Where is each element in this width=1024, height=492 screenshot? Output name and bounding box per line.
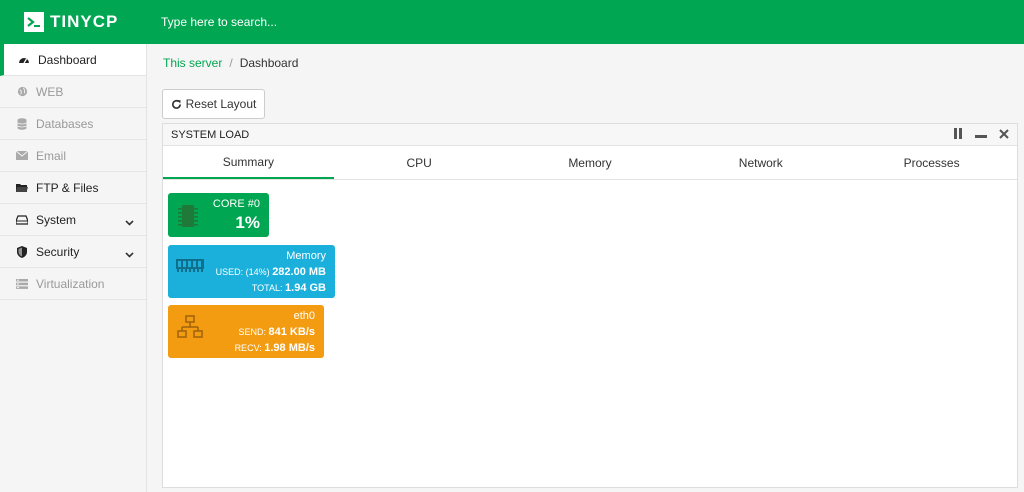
sidebar-item-label: FTP & Files <box>36 180 99 195</box>
sidebar-item-label: WEB <box>36 84 64 99</box>
sidebar: Dashboard WEB Databases Email FTP & File… <box>0 44 147 492</box>
panel-title: SYSTEM LOAD <box>171 128 250 141</box>
network-send-value: 841 KB/s <box>268 326 315 338</box>
tab-processes[interactable]: Processes <box>846 146 1017 179</box>
memory-used-line: USED: (14%) 282.00 MB <box>216 266 326 278</box>
logo-text: TINYCP <box>50 12 119 31</box>
network-send-line: SEND: 841 KB/s <box>238 326 315 338</box>
sidebar-item-label: Dashboard <box>38 52 97 67</box>
network-recv-label: RECV: <box>234 343 262 353</box>
panel-tools <box>953 128 1009 142</box>
cpu-core-card[interactable]: CORE #0 1% <box>168 193 269 237</box>
memory-card[interactable]: Memory USED: (14%) 282.00 MB TOTAL: 1.94… <box>168 245 335 298</box>
memory-total-value: 1.94 GB <box>285 282 326 294</box>
network-icon <box>177 315 203 342</box>
tab-summary[interactable]: Summary <box>163 146 334 179</box>
search-input[interactable] <box>161 15 1024 29</box>
reset-layout-label: Reset Layout <box>185 97 257 111</box>
refresh-icon <box>171 99 181 109</box>
sidebar-item-ftp-files[interactable]: FTP & Files <box>0 172 146 204</box>
memory-used-label: USED: (14%) <box>215 267 270 277</box>
memory-total-label: TOTAL: <box>251 283 283 293</box>
sidebar-item-label: Email <box>36 148 67 163</box>
sidebar-item-label: Databases <box>36 116 94 131</box>
network-send-label: SEND: <box>238 327 266 337</box>
tab-cpu[interactable]: CPU <box>334 146 505 179</box>
memory-total-line: TOTAL: 1.94 GB <box>252 282 326 294</box>
database-icon <box>16 117 28 130</box>
dashboard-icon <box>18 54 30 66</box>
search-bar <box>147 0 1024 44</box>
panel-header: SYSTEM LOAD <box>163 124 1017 146</box>
cpu-core-title: CORE #0 <box>212 198 260 210</box>
sidebar-item-label: Security <box>36 244 80 259</box>
chevron-down-icon <box>125 215 134 229</box>
shield-icon <box>16 245 28 258</box>
sidebar-item-system[interactable]: System <box>0 204 146 236</box>
cpu-usage-value: 1% <box>235 213 260 232</box>
cpu-chip-icon <box>178 203 198 232</box>
ram-module-icon <box>176 256 204 277</box>
sidebar-item-dashboard[interactable]: Dashboard <box>0 44 146 76</box>
main-content: This server / Dashboard Reset Layout SYSTE… <box>148 44 1024 492</box>
network-interface-title: eth0 <box>293 310 315 322</box>
network-recv-value: 1.98 MB/s <box>264 342 315 354</box>
system-load-panel: SYSTEM LOAD Summary CPU Memory Network P… <box>162 123 1018 488</box>
tab-network[interactable]: Network <box>675 146 846 179</box>
sidebar-item-label: Virtualization <box>36 276 105 291</box>
network-card[interactable]: eth0 SEND: 841 KB/s RECV: 1.98 MB/s <box>168 305 324 358</box>
breadcrumb-link-this-server[interactable]: This server <box>163 56 222 70</box>
sidebar-item-web[interactable]: WEB <box>0 76 146 108</box>
close-icon[interactable] <box>999 128 1009 142</box>
sidebar-item-label: System <box>36 212 77 227</box>
globe-icon <box>16 86 28 98</box>
breadcrumb-current: Dashboard <box>239 56 299 70</box>
memory-used-value: 282.00 MB <box>272 266 326 278</box>
sidebar-item-virtualization[interactable]: Virtualization <box>0 268 146 300</box>
tab-memory[interactable]: Memory <box>505 146 676 179</box>
server-list-icon <box>16 278 28 290</box>
reset-layout-button[interactable]: Reset Layout <box>162 89 265 119</box>
minimize-icon[interactable] <box>975 128 987 142</box>
top-header: TINYCP <box>0 0 1024 44</box>
network-recv-line: RECV: 1.98 MB/s <box>235 342 315 354</box>
breadcrumb: This server / Dashboard <box>163 56 298 70</box>
app-logo[interactable]: TINYCP <box>0 0 147 44</box>
panel-tabs: Summary CPU Memory Network Processes <box>163 146 1017 180</box>
sidebar-item-security[interactable]: Security <box>0 236 146 268</box>
envelope-icon <box>16 150 28 162</box>
sidebar-item-email[interactable]: Email <box>0 140 146 172</box>
drive-icon <box>16 214 28 226</box>
folder-icon <box>16 182 28 194</box>
pause-icon[interactable] <box>953 128 963 142</box>
chevron-down-icon <box>125 247 134 261</box>
sidebar-item-databases[interactable]: Databases <box>0 108 146 140</box>
terminal-icon <box>24 12 44 32</box>
memory-title: Memory <box>286 250 326 262</box>
breadcrumb-separator: / <box>229 56 233 70</box>
